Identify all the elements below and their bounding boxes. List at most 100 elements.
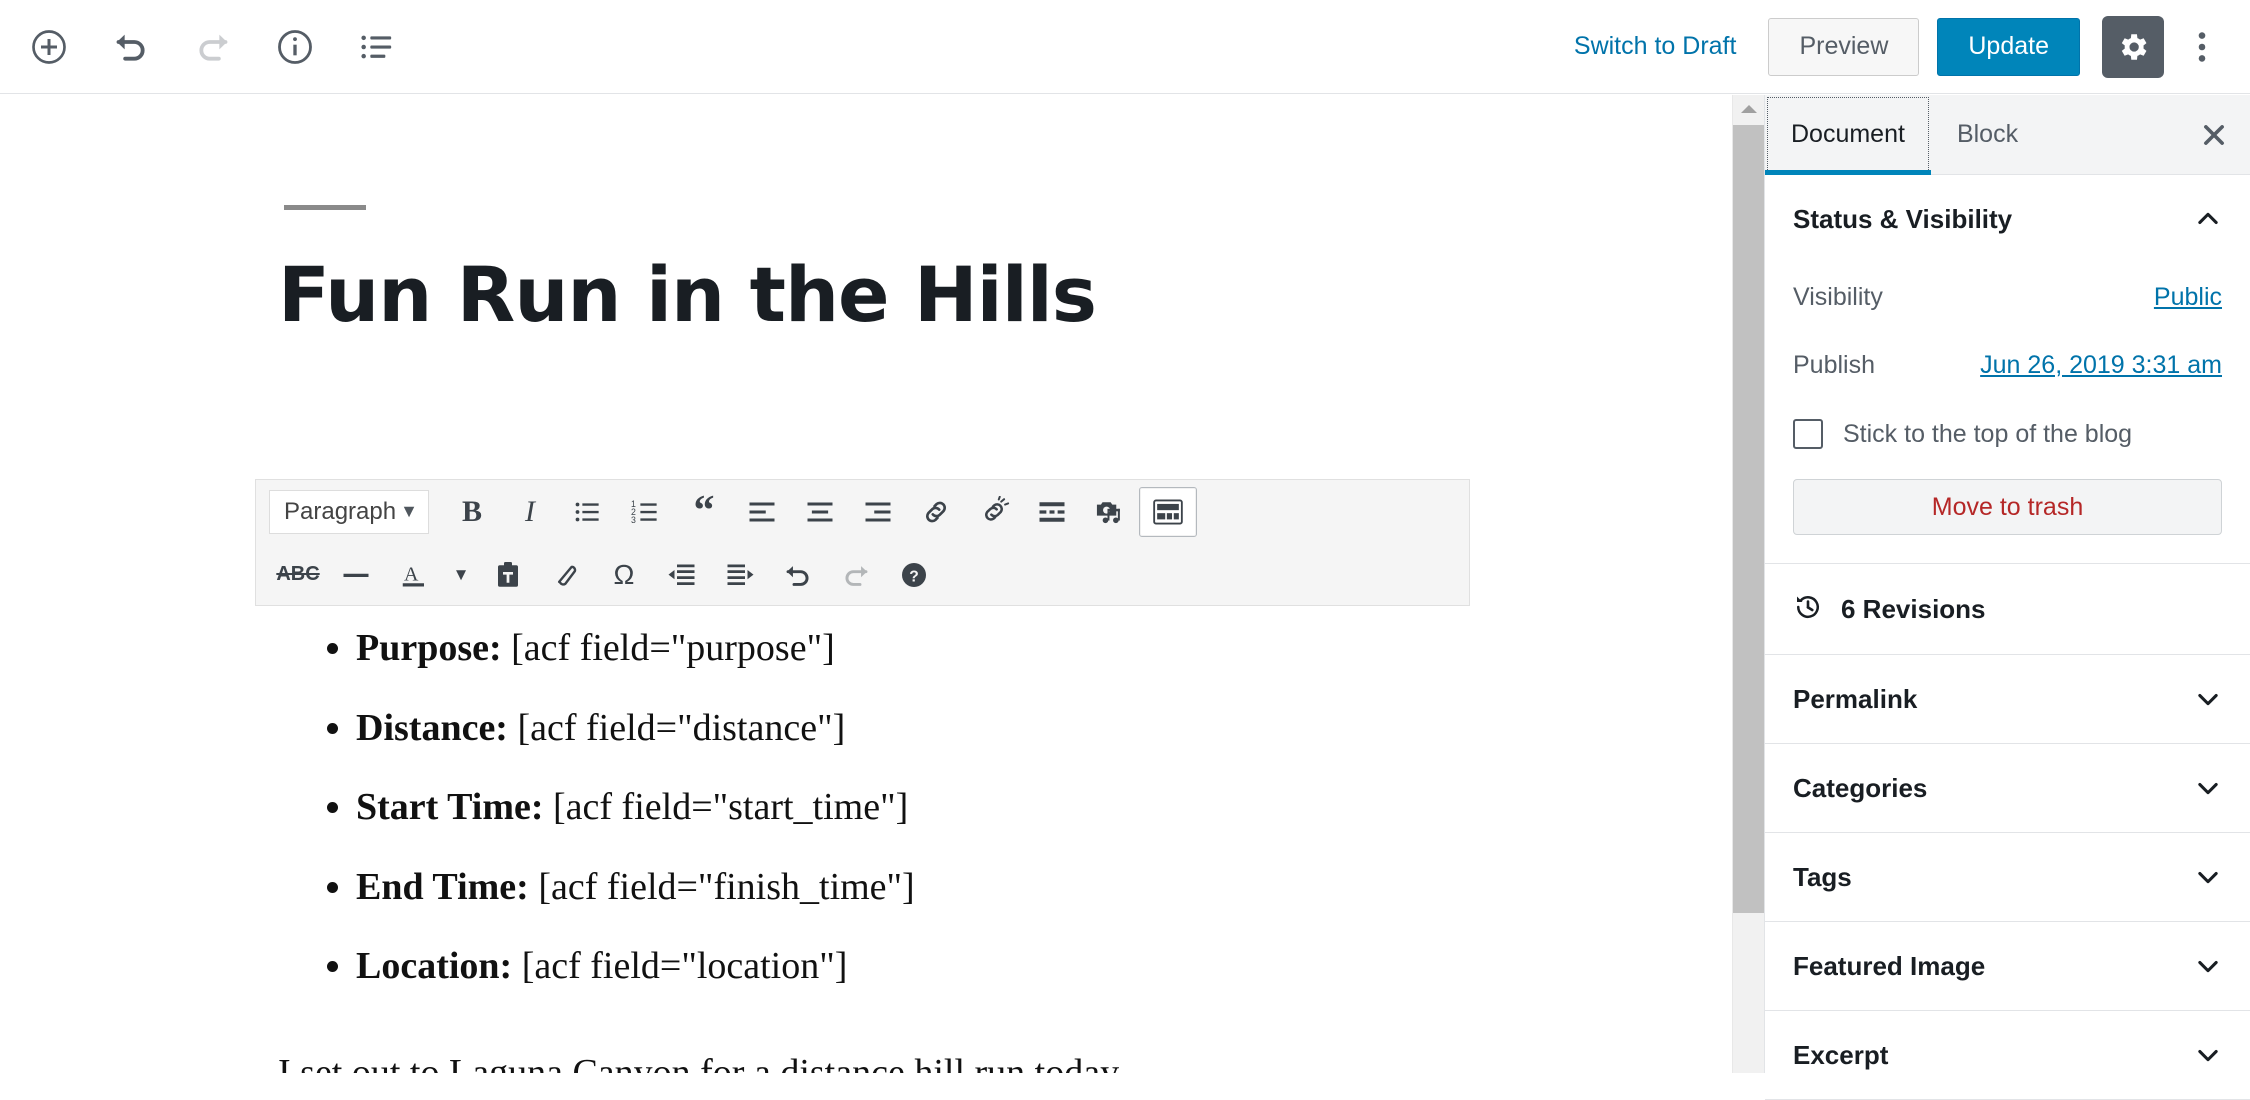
visibility-row: Visibility Public	[1793, 263, 2222, 331]
redo-button	[827, 550, 885, 600]
publish-date-button[interactable]: Jun 26, 2019 3:31 am	[1980, 351, 2222, 380]
close-icon[interactable]	[2178, 95, 2250, 174]
page-title[interactable]: Fun Run in the Hills	[278, 251, 1578, 338]
redo-icon	[182, 16, 244, 78]
panel-excerpt-header[interactable]: Excerpt	[1793, 1011, 2222, 1099]
chevron-down-icon[interactable]	[2194, 1041, 2222, 1069]
link-button[interactable]	[907, 487, 965, 537]
editor-scrollbar[interactable]	[1732, 95, 1764, 1073]
revisions-link[interactable]: 6 Revisions	[1793, 564, 2222, 654]
list-item-value: [acf field="location"]	[512, 945, 847, 987]
unlink-button[interactable]	[965, 487, 1023, 537]
post-content[interactable]: Purpose: [acf field="purpose"] Distance:…	[278, 625, 1628, 1073]
content-info-icon[interactable]	[264, 16, 326, 78]
block-navigation-icon[interactable]	[346, 16, 408, 78]
chevron-down-icon[interactable]	[2194, 863, 2222, 891]
list-item[interactable]: Purpose: [acf field="purpose"]	[356, 625, 1628, 673]
list-item-label: Distance:	[356, 707, 508, 749]
align-left-button[interactable]	[733, 487, 791, 537]
add-media-button[interactable]	[1081, 487, 1139, 537]
keyboard-shortcuts-button[interactable]: ?	[885, 550, 943, 600]
switch-to-draft-link[interactable]: Switch to Draft	[1574, 32, 1737, 61]
scroll-up-arrow-icon[interactable]	[1733, 95, 1764, 123]
special-character-button[interactable]: Ω	[595, 550, 653, 600]
svg-text:A: A	[404, 563, 419, 585]
format-select-value: Paragraph	[284, 498, 396, 526]
paste-as-text-button[interactable]	[479, 550, 537, 600]
panel-title: Status & Visibility	[1793, 204, 2012, 235]
text-color-button[interactable]: A	[385, 550, 443, 600]
panel-tags-header[interactable]: Tags	[1793, 833, 2222, 921]
svg-text:3: 3	[631, 514, 636, 524]
panel-permalink-header[interactable]: Permalink	[1793, 655, 2222, 743]
numbered-list-button[interactable]: 1 2 3	[617, 487, 675, 537]
tab-block[interactable]: Block	[1931, 95, 2044, 174]
add-block-icon[interactable]	[18, 16, 80, 78]
visibility-label: Visibility	[1793, 283, 1883, 312]
move-to-trash-button[interactable]: Move to trash	[1793, 479, 2222, 535]
sticky-post-checkbox[interactable]	[1793, 419, 1823, 449]
ellipsis-vertical-icon[interactable]	[2176, 16, 2228, 78]
panel-status-visibility: Status & Visibility Visibility Public Pu…	[1765, 175, 2250, 564]
panel-excerpt: Excerpt	[1765, 1011, 2250, 1100]
list-item[interactable]: End Time: [acf field="finish_time"]	[356, 864, 1628, 912]
panel-title: Tags	[1793, 862, 1852, 893]
svg-text:?: ?	[909, 568, 919, 585]
post-paragraph[interactable]: I set out to Laguna Canyon for a distanc…	[278, 1049, 1628, 1074]
text-color-caret-button[interactable]: ▼	[443, 550, 479, 600]
chevron-down-icon[interactable]	[2194, 685, 2222, 713]
align-right-button[interactable]	[849, 487, 907, 537]
toggle-toolbar-button[interactable]	[1139, 487, 1197, 537]
undo-button[interactable]	[769, 550, 827, 600]
misspelled-word[interactable]: Laguna	[449, 1052, 563, 1074]
italic-button[interactable]: I	[501, 487, 559, 537]
panel-title: Excerpt	[1793, 1040, 1888, 1071]
gear-icon[interactable]	[2102, 16, 2164, 78]
preview-button[interactable]: Preview	[1768, 18, 1919, 76]
classic-editor-toolbar: Paragraph ▼ B I 1 2 3	[255, 479, 1470, 606]
update-button[interactable]: Update	[1937, 18, 2080, 76]
horizontal-rule-button[interactable]	[327, 550, 385, 600]
toolbar-row-secondary: ABC A ▼	[256, 543, 1469, 606]
revisions-clock-icon	[1793, 592, 1823, 627]
align-center-button[interactable]	[791, 487, 849, 537]
increase-indent-button[interactable]	[711, 550, 769, 600]
list-item[interactable]: Start Time: [acf field="start_time"]	[356, 784, 1628, 832]
sticky-post-row: Stick to the top of the blog	[1793, 399, 2222, 469]
panel-categories: Categories	[1765, 744, 2250, 833]
publish-row: Publish Jun 26, 2019 3:31 am	[1793, 331, 2222, 399]
list-item-value: [acf field="finish_time"]	[529, 866, 915, 908]
panel-title: Categories	[1793, 773, 1927, 804]
read-more-button[interactable]	[1023, 487, 1081, 537]
paragraph-format-select[interactable]: Paragraph ▼	[269, 490, 429, 534]
paragraph-text-before: I set out to	[278, 1052, 449, 1074]
decrease-indent-button[interactable]	[653, 550, 711, 600]
top-bar-left-tools	[0, 16, 408, 78]
list-item-value: [acf field="distance"]	[508, 707, 845, 749]
panel-categories-header[interactable]: Categories	[1793, 744, 2222, 832]
strikethrough-button[interactable]: ABC	[269, 550, 327, 600]
chevron-down-icon[interactable]	[2194, 952, 2222, 980]
editor-top-bar: Switch to Draft Preview Update	[0, 0, 2250, 94]
blockquote-button[interactable]: “	[675, 487, 733, 537]
panel-title: Permalink	[1793, 684, 1917, 715]
chevron-up-icon[interactable]	[2194, 205, 2222, 233]
list-item[interactable]: Distance: [acf field="distance"]	[356, 705, 1628, 753]
tab-document[interactable]: Document	[1765, 95, 1931, 174]
list-item[interactable]: Location: [acf field="location"]	[356, 943, 1628, 991]
chevron-down-icon[interactable]	[2194, 774, 2222, 802]
panel-tags: Tags	[1765, 833, 2250, 922]
scrollbar-thumb[interactable]	[1733, 125, 1764, 913]
list-item-value: [acf field="start_time"]	[544, 786, 909, 828]
list-item-label: Start Time:	[356, 786, 544, 828]
revisions-label: 6 Revisions	[1841, 594, 1986, 625]
undo-icon[interactable]	[100, 16, 162, 78]
list-item-label: Location:	[356, 945, 512, 987]
panel-status-visibility-header[interactable]: Status & Visibility	[1793, 175, 2222, 263]
visibility-value-button[interactable]: Public	[2154, 283, 2222, 312]
panel-featured-image-header[interactable]: Featured Image	[1793, 922, 2222, 1010]
bold-button[interactable]: B	[443, 487, 501, 537]
clear-formatting-button[interactable]	[537, 550, 595, 600]
panel-permalink: Permalink	[1765, 655, 2250, 744]
bulleted-list-button[interactable]	[559, 487, 617, 537]
